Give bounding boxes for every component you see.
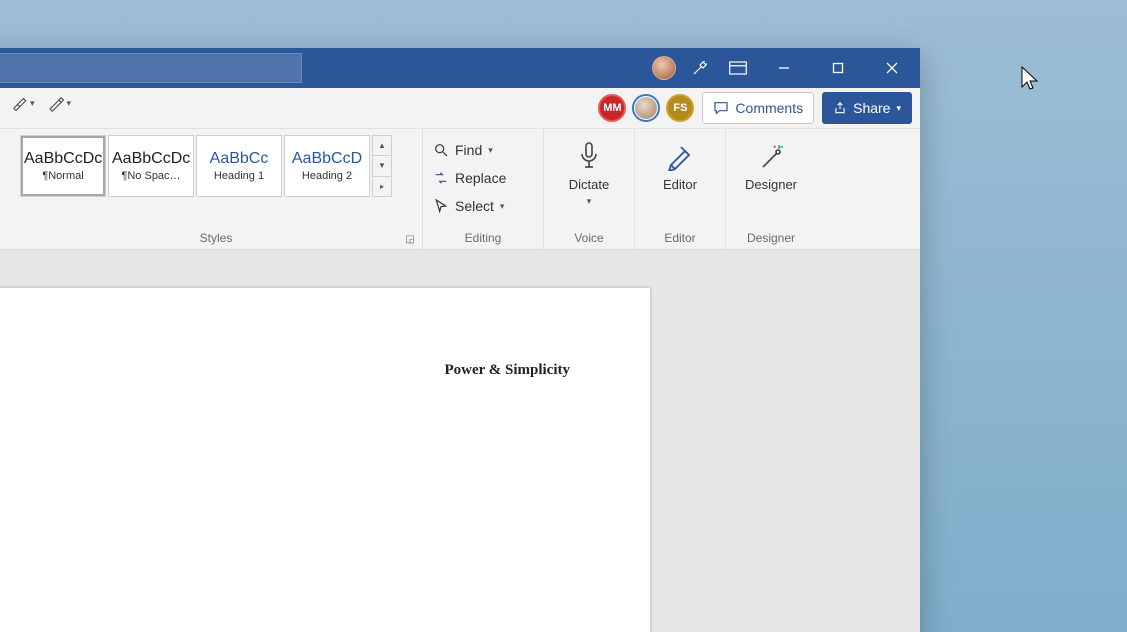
chevron-down-icon: ▾ xyxy=(896,103,901,114)
presence-stack: MM FS xyxy=(598,94,694,122)
style-sample: AaBbCcD xyxy=(288,150,366,168)
ribbon-group-styles: AaBbCcDc ¶Normal AaBbCcDc ¶No Spac… AaBb… xyxy=(10,129,423,249)
style-gallery-item[interactable]: AaBbCcDc ¶Normal xyxy=(20,135,106,197)
microphone-icon xyxy=(577,139,601,173)
editor-pen-icon xyxy=(667,139,693,173)
designer-button[interactable]: Designer xyxy=(736,135,806,192)
group-label: Designer xyxy=(726,231,816,245)
ribbon-group-editor: Editor Editor xyxy=(635,129,726,249)
style-name: Heading 1 xyxy=(200,170,278,182)
window-maximize-button[interactable] xyxy=(816,48,860,88)
app-window: ▾ ▾ MM FS C xyxy=(0,48,920,632)
cursor-icon xyxy=(433,198,449,214)
titlebar xyxy=(0,48,920,88)
share-label: Share xyxy=(853,100,890,116)
style-name: ¶Normal xyxy=(24,170,102,182)
coming-soon-icon[interactable] xyxy=(686,59,714,77)
dictate-label: Dictate xyxy=(569,177,609,192)
window-close-button[interactable] xyxy=(870,48,914,88)
ribbon-group-designer: Designer Designer xyxy=(726,129,816,249)
chevron-down-icon: ▾ xyxy=(488,145,493,156)
presence-avatar[interactable] xyxy=(632,94,660,122)
document-canvas[interactable]: Power & Simplicity es xyxy=(0,250,920,632)
replace-button[interactable]: Replace xyxy=(433,165,533,191)
find-button[interactable]: Find ▾ xyxy=(433,137,533,163)
select-label: Select xyxy=(455,198,494,214)
style-gallery-item[interactable]: AaBbCcD Heading 2 xyxy=(284,135,370,197)
replace-icon xyxy=(433,170,449,186)
document-page[interactable]: Power & Simplicity es xyxy=(0,288,650,632)
replace-label: Replace xyxy=(455,170,506,186)
style-sample: AaBbCcDc xyxy=(24,150,102,168)
ribbon-group-voice: Dictate ▾ Voice xyxy=(544,129,635,249)
comment-icon xyxy=(713,100,729,116)
dialog-launcher-icon[interactable]: ◲ xyxy=(404,233,416,245)
presence-avatar[interactable]: FS xyxy=(666,94,694,122)
chevron-down-icon: ▾ xyxy=(500,201,505,212)
ribbon-group-editing: Find ▾ Replace Select ▾ Edit xyxy=(423,129,544,249)
search-icon xyxy=(433,142,449,158)
find-label: Find xyxy=(455,142,482,158)
style-gallery-item[interactable]: AaBbCc Heading 1 xyxy=(196,135,282,197)
group-label: Styles xyxy=(10,231,422,245)
ribbon-mode-icon[interactable] xyxy=(724,61,752,75)
designer-label: Designer xyxy=(745,177,797,192)
style-gallery-item[interactable]: AaBbCcDc ¶No Spac… xyxy=(108,135,194,197)
page-header-text[interactable]: Power & Simplicity xyxy=(444,362,570,379)
group-label: Voice xyxy=(544,231,634,245)
title-search-box[interactable] xyxy=(0,53,302,83)
pen-dropdown[interactable]: ▾ xyxy=(47,94,72,112)
style-name: ¶No Spac… xyxy=(112,170,190,182)
account-avatar[interactable] xyxy=(652,56,676,80)
editor-label: Editor xyxy=(663,177,697,192)
window-minimize-button[interactable] xyxy=(762,48,806,88)
style-sample: AaBbCcDc xyxy=(112,150,190,168)
chevron-down-icon: ▾ xyxy=(30,98,35,109)
select-button[interactable]: Select ▾ xyxy=(433,193,533,219)
share-icon xyxy=(833,101,847,115)
comments-label: Comments xyxy=(735,100,803,116)
editor-button[interactable]: Editor xyxy=(645,135,715,192)
ribbon: AaBbCcDc ¶Normal AaBbCcDc ¶No Spac… AaBb… xyxy=(0,129,920,250)
group-label: Editing xyxy=(423,231,543,245)
style-name: Heading 2 xyxy=(288,170,366,182)
style-gallery-more[interactable]: ▲ ▼ ▸ xyxy=(372,135,392,197)
gallery-up-icon[interactable]: ▲ xyxy=(373,136,391,156)
collab-bar: ▾ ▾ MM FS C xyxy=(0,88,920,129)
share-button[interactable]: Share ▾ xyxy=(822,92,912,124)
presence-avatar[interactable]: MM xyxy=(598,94,626,122)
highlighter-dropdown[interactable]: ▾ xyxy=(10,94,35,112)
style-sample: AaBbCc xyxy=(200,150,278,168)
group-label: Editor xyxy=(635,231,725,245)
dictate-button[interactable]: Dictate ▾ xyxy=(554,135,624,207)
mouse-cursor-icon xyxy=(1016,65,1040,98)
chevron-down-icon: ▾ xyxy=(587,196,592,207)
gallery-expand-icon[interactable]: ▸ xyxy=(373,177,391,196)
comments-button[interactable]: Comments xyxy=(702,92,814,124)
magic-wand-icon xyxy=(757,139,785,173)
gallery-down-icon[interactable]: ▼ xyxy=(373,156,391,176)
chevron-down-icon: ▾ xyxy=(67,98,72,109)
